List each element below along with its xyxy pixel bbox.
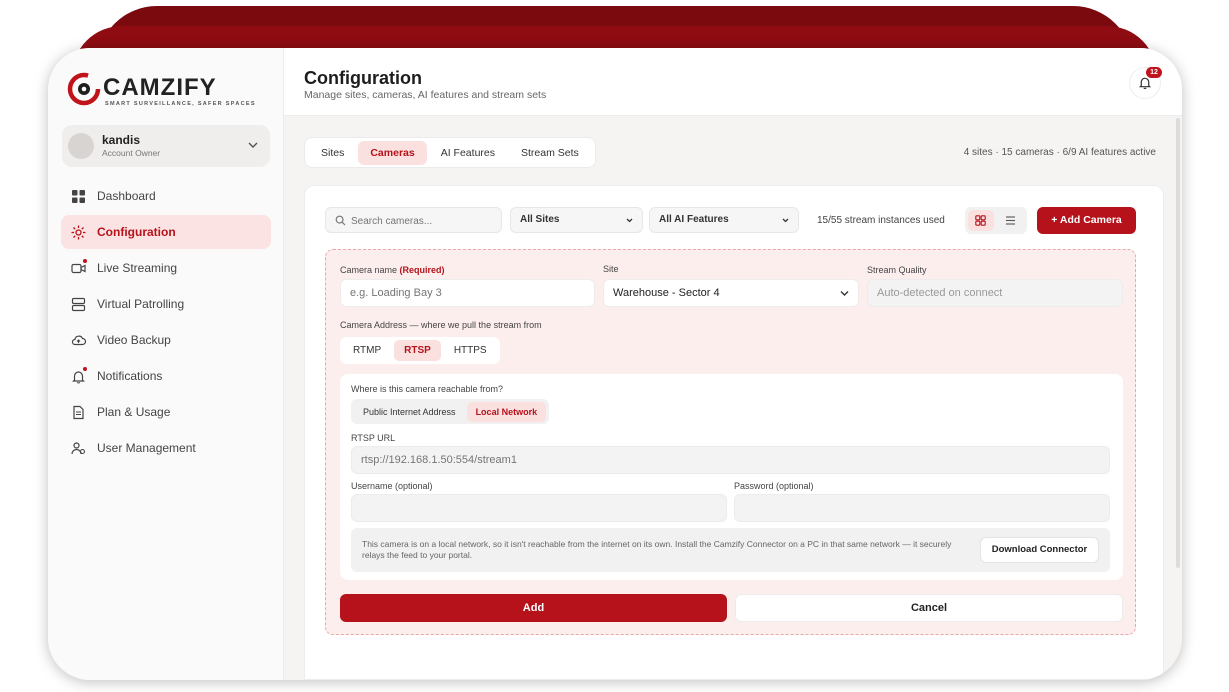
config-tabs: Sites Cameras AI Features Stream Sets — [304, 137, 596, 168]
video-icon — [71, 263, 86, 274]
camera-name-input[interactable] — [340, 279, 595, 307]
site-select-value: Warehouse - Sector 4 — [613, 287, 720, 299]
tab-cameras[interactable]: Cameras — [358, 140, 427, 165]
status-dot — [83, 367, 87, 371]
page-subtitle: Manage sites, cameras, AI features and s… — [304, 89, 547, 101]
gear-icon — [71, 225, 86, 240]
sidebar-item-label: Dashboard — [97, 189, 156, 203]
add-camera-form: Camera name (Required) Site Warehouse - … — [325, 249, 1136, 635]
search-input[interactable] — [351, 212, 496, 230]
tab-ai-features[interactable]: AI Features — [429, 141, 507, 165]
ai-feature-filter-value: All AI Features — [659, 214, 729, 225]
camera-address-label: Camera Address — where we pull the strea… — [340, 320, 542, 330]
brand-tagline: SMART SURVEILLANCE, SAFER SPACES — [105, 101, 256, 107]
sidebar-item-virtual-patrolling[interactable]: Virtual Patrolling — [61, 287, 271, 321]
sidebar-nav: Dashboard Configuration Live Streaming V… — [61, 179, 271, 467]
search-icon — [335, 215, 346, 226]
chevron-down-icon — [840, 291, 849, 296]
connector-info-box: This camera is on a local network, so it… — [351, 528, 1110, 572]
sidebar-item-label: User Management — [97, 441, 196, 455]
chevron-down-icon — [782, 218, 789, 223]
account-switcher[interactable]: kandis Account Owner — [62, 125, 270, 167]
add-camera-button[interactable]: + Add Camera — [1037, 207, 1136, 234]
tab-stream-sets[interactable]: Stream Sets — [509, 141, 591, 165]
scrollbar[interactable] — [1176, 118, 1180, 568]
sidebar-item-label: Plan & Usage — [97, 405, 171, 419]
stream-quality-label: Stream Quality — [867, 265, 927, 275]
cameras-panel: All Sites All AI Features 15/55 stream i… — [304, 185, 1164, 680]
connector-info-text: This camera is on a local network, so it… — [362, 539, 952, 560]
sidebar-item-plan-usage[interactable]: Plan & Usage — [61, 395, 271, 429]
status-dot — [83, 259, 87, 263]
site-select[interactable]: Warehouse - Sector 4 — [603, 279, 859, 307]
brand-name: CAMZIFY — [103, 74, 217, 101]
protocol-rtsp[interactable]: RTSP — [394, 340, 441, 361]
sidebar-item-configuration[interactable]: Configuration — [61, 215, 271, 249]
protocol-https[interactable]: HTTPS — [444, 340, 497, 361]
chevron-down-icon — [626, 218, 633, 223]
reach-public-internet[interactable]: Public Internet Address — [354, 402, 465, 422]
sidebar: CAMZIFY SMART SURVEILLANCE, SAFER SPACES… — [48, 48, 284, 680]
site-filter-select[interactable]: All Sites — [510, 207, 643, 233]
page-title: Configuration — [304, 68, 422, 88]
brand-logo[interactable]: CAMZIFY SMART SURVEILLANCE, SAFER SPACES — [67, 72, 254, 108]
camera-name-label-text: Camera name — [340, 265, 398, 275]
view-toggle — [965, 207, 1027, 234]
sidebar-item-video-backup[interactable]: Video Backup — [61, 323, 271, 357]
sidebar-item-notifications[interactable]: Notifications — [61, 359, 271, 393]
main-content: Configuration Manage sites, cameras, AI … — [284, 48, 1182, 680]
page-header: Configuration Manage sites, cameras, AI … — [284, 48, 1182, 116]
ai-feature-filter-select[interactable]: All AI Features — [649, 207, 799, 233]
required-marker: (Required) — [399, 265, 445, 275]
username-input[interactable] — [351, 494, 727, 522]
rtsp-url-input[interactable] — [351, 446, 1110, 474]
app-window: CAMZIFY SMART SURVEILLANCE, SAFER SPACES… — [48, 48, 1182, 680]
grid-view-button[interactable] — [968, 210, 994, 231]
connection-settings: Where is this camera reachable from? Pub… — [340, 374, 1123, 580]
sidebar-item-label: Live Streaming — [97, 261, 178, 275]
chevron-down-icon — [248, 142, 258, 148]
grid-icon — [975, 215, 986, 226]
cancel-button[interactable]: Cancel — [735, 594, 1123, 622]
stream-usage-text: 15/55 stream instances used — [817, 215, 945, 226]
add-button[interactable]: Add — [340, 594, 727, 622]
list-view-button[interactable] — [998, 210, 1024, 231]
account-name: kandis — [102, 133, 141, 147]
download-connector-button[interactable]: Download Connector — [980, 537, 1099, 563]
stream-quality-field: Auto-detected on connect — [867, 279, 1123, 307]
avatar — [68, 133, 94, 159]
reach-local-network[interactable]: Local Network — [466, 401, 547, 422]
sidebar-item-label: Video Backup — [97, 333, 171, 347]
sidebar-item-dashboard[interactable]: Dashboard — [61, 179, 271, 213]
document-icon — [73, 405, 84, 420]
username-label: Username (optional) — [351, 481, 433, 491]
password-label: Password (optional) — [734, 481, 814, 491]
server-icon — [71, 297, 86, 312]
account-role: Account Owner — [102, 148, 161, 158]
users-icon — [71, 442, 86, 455]
protocol-rtmp[interactable]: RTMP — [343, 340, 391, 361]
rtsp-url-label: RTSP URL — [351, 433, 396, 443]
sidebar-item-label: Configuration — [97, 225, 176, 239]
config-summary: 4 sites · 15 cameras · 6/9 AI features a… — [963, 147, 1156, 158]
protocol-selector: RTMP RTSP HTTPS — [340, 337, 500, 364]
site-label: Site — [603, 264, 619, 274]
notification-count-badge: 12 — [1146, 67, 1162, 78]
site-filter-value: All Sites — [520, 214, 560, 225]
tab-sites[interactable]: Sites — [309, 141, 356, 165]
bell-icon — [72, 371, 85, 384]
camera-lens-icon — [67, 72, 101, 106]
search-box — [325, 207, 502, 233]
sidebar-item-live-streaming[interactable]: Live Streaming — [61, 251, 271, 285]
password-input[interactable] — [734, 494, 1110, 522]
sidebar-item-label: Notifications — [97, 369, 163, 383]
cloud-upload-icon — [71, 335, 86, 346]
camera-name-label: Camera name (Required) — [340, 265, 445, 275]
reachability-selector: Public Internet Address Local Network — [351, 399, 550, 424]
sidebar-item-user-management[interactable]: User Management — [61, 431, 271, 465]
reachability-label: Where is this camera reachable from? — [351, 384, 504, 394]
sidebar-item-label: Virtual Patrolling — [97, 297, 185, 311]
grid-icon — [72, 190, 85, 203]
list-icon — [1006, 216, 1015, 225]
